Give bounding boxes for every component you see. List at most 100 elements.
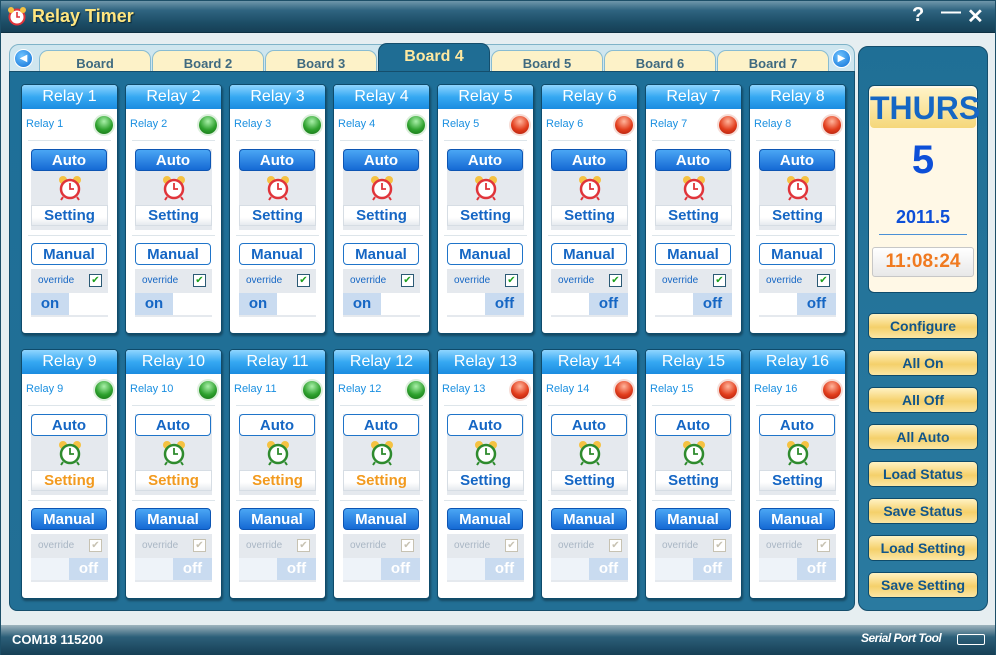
on-off-toggle[interactable]: off [655, 558, 732, 580]
load-status-button[interactable]: Load Status [868, 461, 978, 487]
tab-board-1[interactable]: Board [39, 50, 151, 72]
manual-button[interactable]: Manual [447, 508, 523, 530]
manual-button[interactable]: Manual [135, 508, 211, 530]
load-setting-button[interactable]: Load Setting [868, 535, 978, 561]
auto-button[interactable]: Auto [759, 414, 835, 436]
auto-button[interactable]: Auto [759, 149, 835, 171]
setting-button[interactable]: Setting [655, 470, 732, 491]
manual-button[interactable]: Manual [135, 243, 211, 265]
tabs-prev-button[interactable]: ◀ [14, 49, 33, 68]
manual-button[interactable]: Manual [239, 508, 315, 530]
override-checkbox[interactable]: ✔ [193, 274, 206, 287]
manual-button[interactable]: Manual [31, 508, 107, 530]
on-off-toggle[interactable]: off [447, 293, 524, 315]
manual-button[interactable]: Manual [551, 243, 627, 265]
setting-button[interactable]: Setting [447, 205, 524, 226]
setting-button[interactable]: Setting [343, 470, 420, 491]
on-off-toggle[interactable]: off [551, 558, 628, 580]
manual-button[interactable]: Manual [239, 243, 315, 265]
setting-button[interactable]: Setting [759, 205, 836, 226]
all-off-button[interactable]: All Off [868, 387, 978, 413]
override-checkbox[interactable]: ✔ [401, 274, 414, 287]
setting-button[interactable]: Setting [135, 205, 212, 226]
setting-button[interactable]: Setting [759, 470, 836, 491]
manual-button[interactable]: Manual [447, 243, 523, 265]
manual-button[interactable]: Manual [759, 243, 835, 265]
setting-button[interactable]: Setting [447, 470, 524, 491]
auto-button[interactable]: Auto [31, 149, 107, 171]
setting-button[interactable]: Setting [239, 205, 316, 226]
tab-board-7[interactable]: Board 7 [717, 50, 829, 72]
configure-button[interactable]: Configure [868, 313, 978, 339]
override-checkbox[interactable]: ✔ [505, 539, 518, 552]
on-off-toggle[interactable]: off [551, 293, 628, 315]
on-off-toggle[interactable]: on [343, 293, 420, 315]
tab-board-5[interactable]: Board 5 [491, 50, 603, 72]
on-off-toggle[interactable]: off [343, 558, 420, 580]
manual-button[interactable]: Manual [655, 508, 731, 530]
on-off-toggle[interactable]: off [759, 293, 836, 315]
all-on-button[interactable]: All On [868, 350, 978, 376]
tabs-next-button[interactable]: ▶ [832, 49, 851, 68]
auto-button[interactable]: Auto [135, 149, 211, 171]
on-off-toggle[interactable]: on [135, 293, 212, 315]
save-setting-button[interactable]: Save Setting [868, 572, 978, 598]
override-checkbox[interactable]: ✔ [817, 539, 830, 552]
auto-button[interactable]: Auto [343, 149, 419, 171]
all-auto-button[interactable]: All Auto [868, 424, 978, 450]
auto-button[interactable]: Auto [239, 414, 315, 436]
override-checkbox[interactable]: ✔ [193, 539, 206, 552]
manual-button[interactable]: Manual [655, 243, 731, 265]
manual-button[interactable]: Manual [31, 243, 107, 265]
override-checkbox[interactable]: ✔ [401, 539, 414, 552]
save-status-button[interactable]: Save Status [868, 498, 978, 524]
override-checkbox[interactable]: ✔ [817, 274, 830, 287]
manual-button[interactable]: Manual [343, 243, 419, 265]
auto-button[interactable]: Auto [551, 414, 627, 436]
auto-button[interactable]: Auto [239, 149, 315, 171]
auto-button[interactable]: Auto [655, 414, 731, 436]
setting-button[interactable]: Setting [31, 205, 108, 226]
tab-board-3[interactable]: Board 3 [265, 50, 377, 72]
on-off-toggle[interactable]: off [655, 293, 732, 315]
setting-button[interactable]: Setting [135, 470, 212, 491]
auto-button[interactable]: Auto [343, 414, 419, 436]
override-checkbox[interactable]: ✔ [297, 274, 310, 287]
tab-board-6[interactable]: Board 6 [604, 50, 716, 72]
setting-button[interactable]: Setting [343, 205, 420, 226]
auto-button[interactable]: Auto [135, 414, 211, 436]
tab-board-2[interactable]: Board 2 [152, 50, 264, 72]
setting-button[interactable]: Setting [239, 470, 316, 491]
manual-button[interactable]: Manual [551, 508, 627, 530]
auto-button[interactable]: Auto [655, 149, 731, 171]
override-checkbox[interactable]: ✔ [609, 274, 622, 287]
on-off-toggle[interactable]: off [759, 558, 836, 580]
close-button[interactable]: ✕ [967, 4, 984, 29]
auto-button[interactable]: Auto [551, 149, 627, 171]
on-off-toggle[interactable]: on [31, 293, 108, 315]
override-checkbox[interactable]: ✔ [713, 274, 726, 287]
on-off-toggle[interactable]: off [239, 558, 316, 580]
auto-button[interactable]: Auto [447, 149, 523, 171]
on-off-toggle[interactable]: off [135, 558, 212, 580]
override-checkbox[interactable]: ✔ [713, 539, 726, 552]
override-checkbox[interactable]: ✔ [505, 274, 518, 287]
manual-button[interactable]: Manual [343, 508, 419, 530]
override-checkbox[interactable]: ✔ [89, 539, 102, 552]
minimize-button[interactable]: — [941, 1, 961, 24]
on-off-toggle[interactable]: on [239, 293, 316, 315]
setting-button[interactable]: Setting [551, 205, 628, 226]
override-checkbox[interactable]: ✔ [89, 274, 102, 287]
on-off-toggle[interactable]: off [31, 558, 108, 580]
override-checkbox[interactable]: ✔ [609, 539, 622, 552]
help-button[interactable]: ? [912, 4, 924, 27]
setting-button[interactable]: Setting [551, 470, 628, 491]
setting-button[interactable]: Setting [31, 470, 108, 491]
on-off-toggle[interactable]: off [447, 558, 524, 580]
setting-button[interactable]: Setting [655, 205, 732, 226]
manual-button[interactable]: Manual [759, 508, 835, 530]
tab-board-4[interactable]: Board 4 [378, 43, 490, 72]
auto-button[interactable]: Auto [31, 414, 107, 436]
override-checkbox[interactable]: ✔ [297, 539, 310, 552]
auto-button[interactable]: Auto [447, 414, 523, 436]
